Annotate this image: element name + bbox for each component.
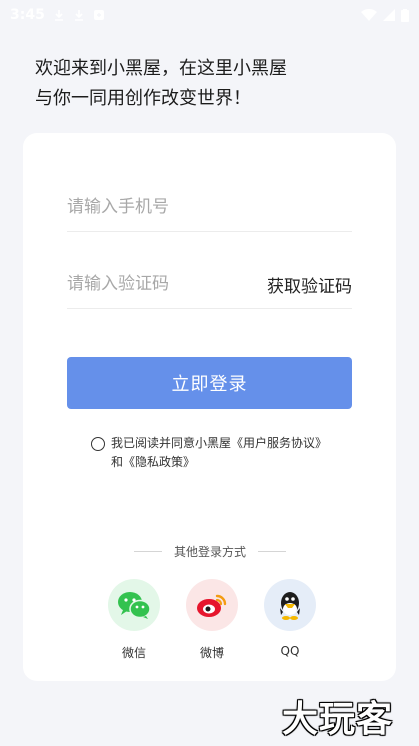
welcome-line-1: 欢迎来到小黑屋，在这里小黑屋 <box>35 58 287 79</box>
status-bar-left: 3:45 <box>10 7 105 23</box>
agreement-and: 和 <box>111 455 124 469</box>
weibo-icon <box>197 594 227 617</box>
status-bar: 3:45 <box>0 0 419 30</box>
login-button[interactable]: 立即登录 <box>67 357 352 409</box>
notification-icon <box>93 10 104 20</box>
weibo-icon-circle <box>186 579 238 631</box>
get-code-button[interactable]: 获取验证码 <box>267 272 352 297</box>
qq-icon <box>280 592 300 620</box>
watermark: 大玩客 <box>282 699 394 740</box>
weibo-label: 微博 <box>199 646 224 660</box>
download-icon <box>74 10 83 21</box>
phone-input[interactable] <box>67 197 347 217</box>
code-field-row: 获取验证码 <box>67 260 352 309</box>
divider-line <box>258 551 286 552</box>
agreement-radio[interactable] <box>91 437 105 451</box>
welcome-line-2: 与你一同用创作改变世界！ <box>35 88 251 109</box>
battery-icon <box>401 8 409 22</box>
social-login-options: 微信 微博 QQ <box>107 579 317 661</box>
login-card: 获取验证码 立即登录 我已阅读并同意小黑屋《用户服务协议》和《隐私政策》 其他登… <box>23 133 396 681</box>
privacy-policy-link[interactable]: 《隐私政策》 <box>123 455 195 469</box>
download-icon <box>54 10 63 21</box>
qq-icon-circle <box>264 579 316 631</box>
welcome-message: 欢迎来到小黑屋，在这里小黑屋 与你一同用创作改变世界！ <box>35 54 395 114</box>
other-login-title: 其他登录方式 <box>173 545 246 559</box>
weibo-login-button[interactable]: 微博 <box>185 579 239 661</box>
wechat-icon-circle <box>108 579 160 631</box>
user-agreement-link[interactable]: 《用户服务协议》 <box>231 436 327 450</box>
wechat-icon <box>118 592 151 619</box>
other-login-divider: 其他登录方式 <box>130 543 290 560</box>
status-bar-right <box>361 8 409 22</box>
phone-field-row <box>67 183 352 232</box>
status-time: 3:45 <box>10 7 45 23</box>
divider-line <box>133 551 162 552</box>
agreement-row: 我已阅读并同意小黑屋《用户服务协议》和《隐私政策》 <box>91 434 361 472</box>
wechat-login-button[interactable]: 微信 <box>107 579 161 661</box>
code-input[interactable] <box>67 274 247 294</box>
qq-login-button[interactable]: QQ <box>263 579 317 661</box>
agreement-text: 我已阅读并同意小黑屋《用户服务协议》和《隐私政策》 <box>111 434 327 472</box>
qq-label: QQ <box>280 644 300 658</box>
wechat-label: 微信 <box>121 646 146 660</box>
agreement-prefix: 我已阅读并同意小黑屋 <box>111 436 232 450</box>
signal-icon <box>383 9 395 21</box>
wifi-icon <box>361 9 377 21</box>
